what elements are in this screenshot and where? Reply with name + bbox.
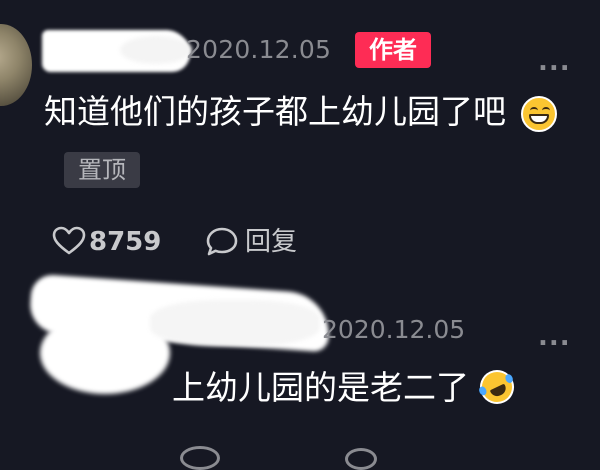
more-options-icon[interactable]: ... <box>538 49 571 75</box>
redacted-username <box>150 300 320 346</box>
more-options-icon[interactable]: ... <box>538 324 571 350</box>
pinned-badge: 置顶 <box>64 152 140 188</box>
grinning-face-emoji-icon <box>521 96 557 132</box>
reply-button[interactable]: 回复 <box>245 224 297 260</box>
comment-text: 上幼儿园的是老二了 <box>172 368 469 407</box>
avatar[interactable] <box>0 24 32 106</box>
comment-text: 知道他们的孩子都上幼儿园了吧 <box>44 92 506 131</box>
comment-bubble-icon[interactable] <box>345 448 377 470</box>
comment-bubble-icon[interactable] <box>205 226 239 262</box>
redacted-username-blob <box>120 36 192 64</box>
author-badge: 作者 <box>355 32 431 68</box>
comment-date: 2020.12.05 <box>322 315 466 344</box>
rolling-on-floor-laughing-emoji-icon <box>474 364 520 410</box>
heart-icon[interactable] <box>52 226 86 260</box>
comment-date: 2020.12.05 <box>186 35 332 64</box>
heart-icon[interactable] <box>180 446 220 470</box>
like-count: 8759 <box>89 227 162 257</box>
